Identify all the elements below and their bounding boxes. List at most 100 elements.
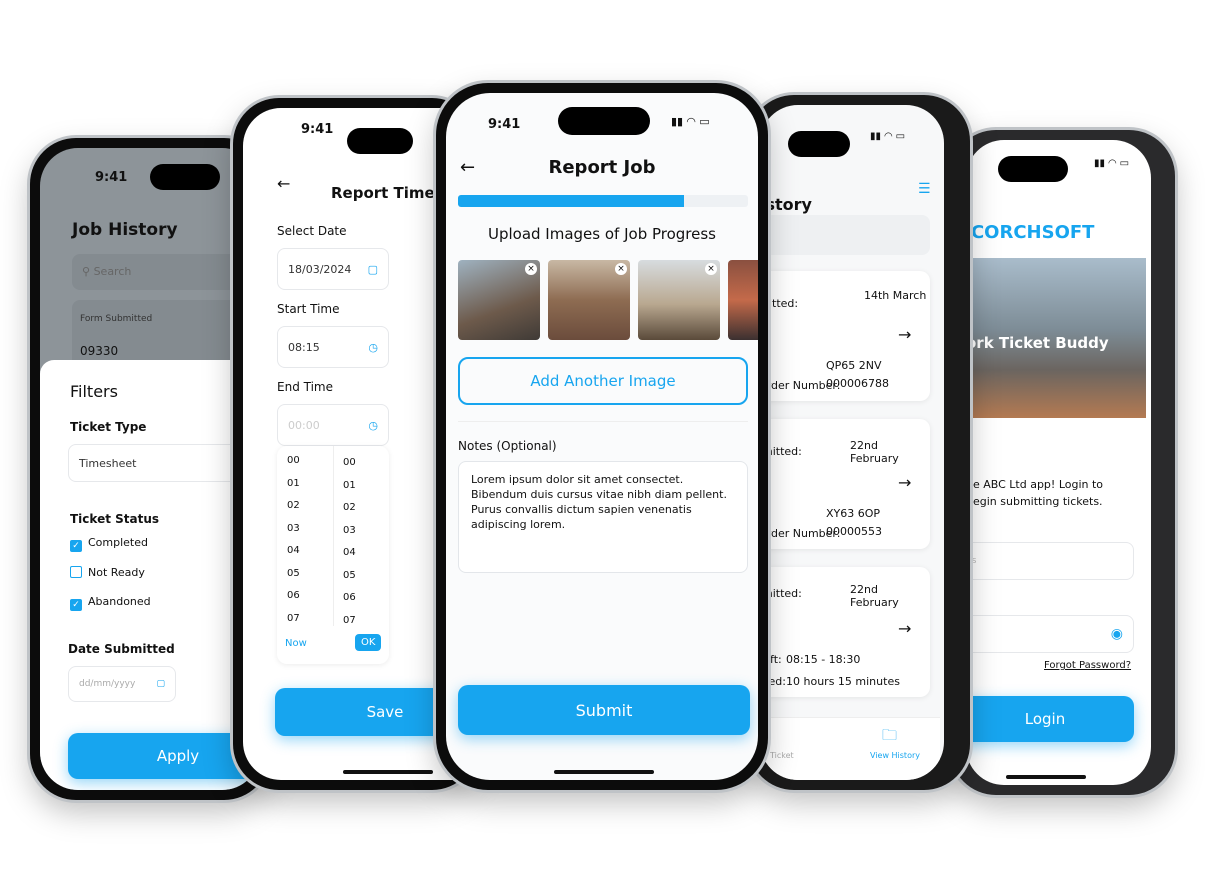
row-value: 09330 [80,344,119,358]
phone-report-job: 9:41 ▮▮ ◠ ▭ ← Report Job Upload Images o… [436,83,768,790]
nav-ticket[interactable]: Ticket [770,751,794,760]
history-card[interactable]: mitted: 22nd February et → nift: 08:15 -… [760,567,930,697]
hour-option[interactable]: 05 [287,563,300,586]
status-abandoned[interactable]: ✓ Abandoned [70,595,151,611]
progress-bar [458,195,748,207]
clock-icon: ◷ [368,418,378,432]
bottom-nav [760,717,940,780]
checkbox-unchecked-icon [70,566,82,578]
status-time: 9:41 [488,117,521,132]
history-card[interactable]: mitted: 22nd February → XY63 6OP Order N… [760,419,930,549]
search-input[interactable]: ⚲ Search [72,254,260,290]
checkbox-checked-icon: ✓ [70,599,82,611]
minute-column[interactable]: 00 01 02 03 04 05 06 07 [343,452,356,632]
status-not-ready[interactable]: Not Ready [70,566,145,579]
remove-image-icon[interactable]: × [615,263,627,275]
reg-value: QP65 2NV [826,359,882,372]
ticket-type-select[interactable]: Timesheet [68,444,260,482]
job-image: × [458,260,540,340]
job-image [728,260,758,340]
status-icons: ▮▮ ◠ ▭ [1094,158,1130,169]
ok-button[interactable]: OK [355,634,382,651]
ticket-type-label: Ticket Type [70,420,147,434]
eye-icon[interactable]: ◉ [1111,626,1123,642]
history-card[interactable]: nitted: 14th March → QP65 2NV Order Numb… [760,271,930,401]
search-input[interactable] [760,215,930,255]
password-input[interactable]: ◉ [966,615,1134,653]
hero-title: ork Ticket Buddy [966,334,1109,352]
apply-button[interactable]: Apply [68,733,260,779]
select-date-label: Select Date [277,224,347,238]
notes-label: Notes (Optional) [458,439,557,453]
hour-option[interactable]: 07 [287,608,300,631]
page-title: Job History [72,220,178,240]
forgot-password-link[interactable]: Forgot Password? [1044,660,1131,671]
hour-option[interactable]: 06 [287,585,300,608]
status-time: 9:41 [301,122,334,137]
hour-option[interactable]: 01 [287,473,300,496]
hour-option[interactable]: 00 [287,450,300,473]
minute-option[interactable]: 05 [343,565,356,588]
date-input[interactable]: dd/mm/yyyy ▢ [68,666,176,702]
submit-button[interactable]: Submit [458,685,750,735]
status-time: 9:41 [95,170,128,185]
minute-option[interactable]: 00 [343,452,356,475]
arrow-right-icon[interactable]: → [898,473,911,492]
sheet-title: Filters [70,382,118,401]
filter-icon[interactable]: ☰ [918,181,931,197]
submitted-date: 14th March [864,289,927,302]
minute-option[interactable]: 07 [343,610,356,633]
reg-value: XY63 6OP [826,507,881,520]
order-value: 000006788 [826,377,889,390]
email-input[interactable]: ss [966,542,1134,580]
search-placeholder: Search [93,265,132,278]
notes-textarea[interactable]: Lorem ipsum dolor sit amet consectet. Bi… [458,461,748,573]
login-button[interactable]: Login [966,696,1134,742]
add-image-button[interactable]: Add Another Image [458,357,748,405]
arrow-right-icon[interactable]: → [898,325,911,344]
folder-check-icon: 🗀 [882,726,898,744]
page-title: Report Job [548,157,656,178]
arrow-right-icon[interactable]: → [898,619,911,638]
date-label: Date Submitted [68,642,175,656]
intro-text: he ABC Ltd app! Login to begin submittin… [966,478,1104,508]
shift-value: 08:15 - 18:30 [786,653,861,666]
hour-option[interactable]: 02 [287,495,300,518]
phone-history: ▮▮ ◠ ▭ istory ☰ nitted: 14th March → QP6… [748,95,970,790]
submitted-date: 22nd February [850,583,899,609]
now-button[interactable]: Now [285,638,307,649]
hour-option[interactable]: 03 [287,518,300,541]
end-time-input[interactable]: 00:00 ◷ [277,404,389,446]
remove-image-icon[interactable]: × [525,263,537,275]
remove-image-icon[interactable]: × [705,263,717,275]
minute-option[interactable]: 03 [343,520,356,543]
job-image: × [638,260,720,340]
start-time-input[interactable]: 08:15 ◷ [277,326,389,368]
row-label: Form Submitted [80,314,153,324]
calendar-icon: ▢ [367,262,378,276]
minute-option[interactable]: 06 [343,587,356,610]
order-value: 00000553 [826,525,882,538]
status-label: Completed [88,536,148,549]
minute-option[interactable]: 02 [343,497,356,520]
minute-option[interactable]: 04 [343,542,356,565]
hour-column[interactable]: 00 01 02 03 04 05 06 07 [287,450,300,630]
minute-option[interactable]: 01 [343,475,356,498]
checkbox-checked-icon: ✓ [70,540,82,552]
scorchsoft-logo: SCORCHSOFT [966,222,1095,243]
status-icons: ▮▮ ◠ ▭ [870,131,906,142]
status-label: Abandoned [88,595,151,608]
date-input[interactable]: 18/03/2024 ▢ [277,248,389,290]
time-picker: 00 01 02 03 04 05 06 07 00 01 02 03 04 05 06 07 Now OK [277,446,389,664]
status-label: Not Ready [88,566,145,579]
nav-view-history[interactable]: View History [870,751,920,760]
hour-option[interactable]: 04 [287,540,300,563]
end-time-placeholder: 00:00 [288,418,320,432]
submitted-date: 22nd February [850,439,899,465]
worked-value: 10 hours 15 minutes [786,675,900,688]
status-completed[interactable]: ✓ Completed [70,536,148,552]
job-image: × [548,260,630,340]
back-arrow-icon[interactable]: ← [277,174,290,193]
progress-fill [458,195,685,207]
phone-login: ▮▮ ◠ ▭ SCORCHSOFT ork Ticket Buddy he AB… [950,130,1175,795]
